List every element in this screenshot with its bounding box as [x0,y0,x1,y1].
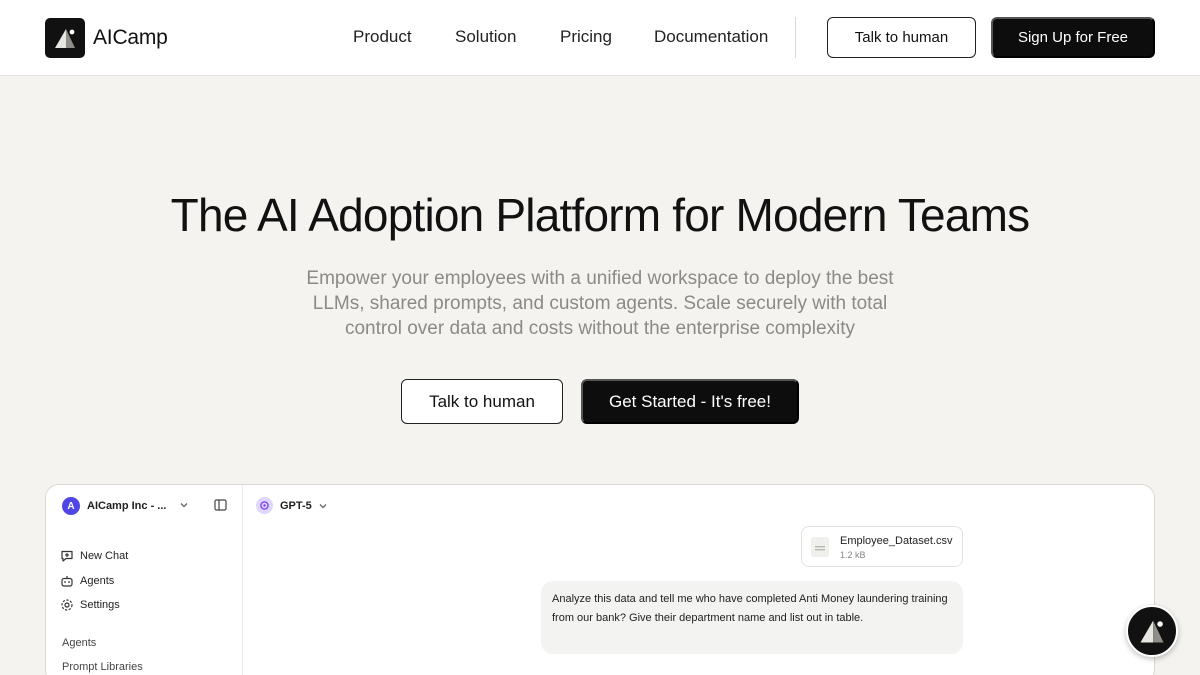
new-chat-icon [61,550,73,562]
chevron-down-icon [319,503,327,508]
model-icon [256,497,273,514]
sidebar-section-prompt-libraries[interactable]: Prompt Libraries [62,661,143,673]
get-started-button[interactable]: Get Started - It's free! [581,379,799,424]
nav-link-pricing[interactable]: Pricing [560,27,612,47]
sidebar-item-agents[interactable]: Agents [60,573,114,589]
hero-talk-to-human-button[interactable]: Talk to human [401,379,563,424]
sidebar-item-settings[interactable]: Settings [60,597,120,613]
sidebar-item-label: New Chat [80,550,129,562]
chat-launcher-button[interactable] [1126,605,1178,657]
sidebar-section-agents[interactable]: Agents [62,637,96,649]
app-preview: A AICamp Inc - ... New Chat Agents Setti… [45,484,1155,675]
nav-link-documentation[interactable]: Documentation [654,27,768,47]
model-selector[interactable]: GPT-5 [256,497,328,514]
nav-link-solution[interactable]: Solution [455,27,516,47]
chat-area: GPT-5 Employee_Dataset.csv 1.2 kB Analyz… [243,485,1154,675]
sidebar-item-label: Agents [80,575,115,587]
nav-divider [795,17,796,58]
hero-subtitle: Empower your employees with a unified wo… [306,268,894,339]
file-name: Employee_Dataset.csv [840,535,953,547]
talk-to-human-button[interactable]: Talk to human [827,17,976,58]
top-navbar: AICamp Product Solution Pricing Document… [0,0,1200,76]
chevron-down-icon [180,503,188,508]
attached-file-chip[interactable]: Employee_Dataset.csv 1.2 kB [801,526,963,567]
file-size: 1.2 kB [840,550,866,560]
hero-title: The AI Adoption Platform for Modern Team… [170,189,1031,241]
user-message: Analyze this data and tell me who have c… [541,581,963,654]
sign-up-button[interactable]: Sign Up for Free [991,17,1155,58]
workspace-switcher[interactable]: A AICamp Inc - ... [62,497,232,515]
app-sidebar: A AICamp Inc - ... New Chat Agents Setti… [46,485,243,675]
sidebar-toggle-icon[interactable] [214,499,227,511]
file-icon [811,537,829,557]
sidebar-item-label: Settings [80,599,120,611]
aicamp-logo-icon [1140,620,1164,643]
workspace-avatar: A [62,497,80,515]
robot-icon [61,576,73,587]
nav-link-product[interactable]: Product [353,27,412,47]
workspace-name: AICamp Inc - ... [87,500,167,512]
model-name: GPT-5 [280,499,312,512]
sidebar-item-new-chat[interactable]: New Chat [60,548,128,564]
gear-icon [61,599,73,611]
